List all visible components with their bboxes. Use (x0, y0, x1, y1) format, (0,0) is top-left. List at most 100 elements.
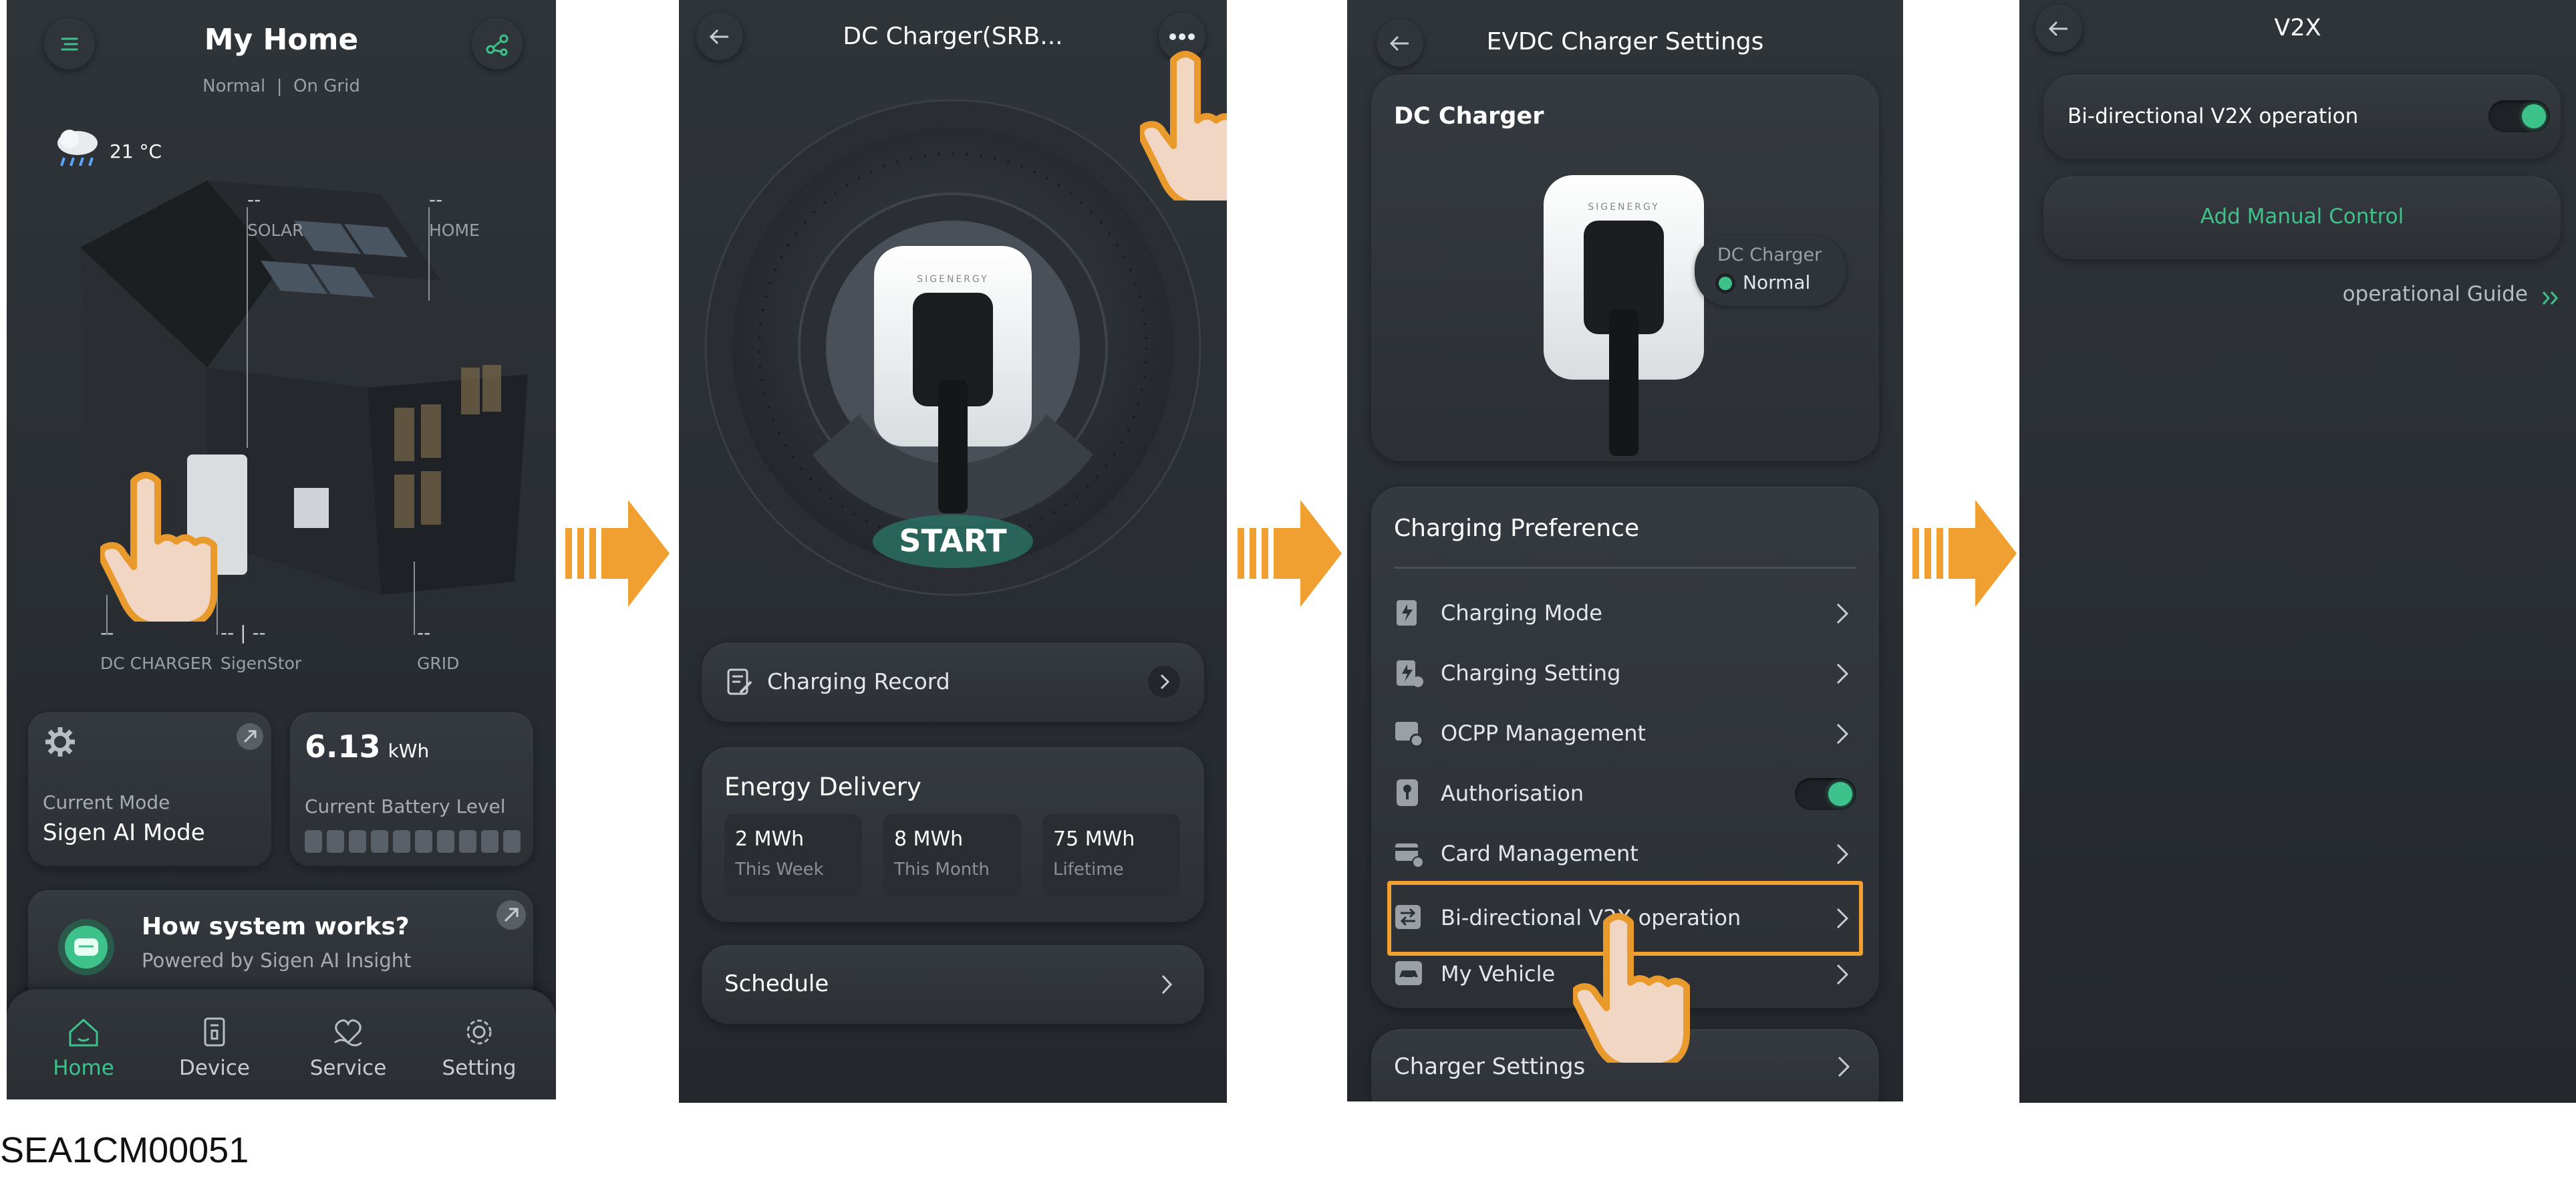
ocpp-icon (1394, 718, 1425, 749)
dc-charger-card-title: DC Charger (1394, 103, 1544, 130)
screen-my-home: My Home Normal | On Grid 21 °C -- SOLAR … (7, 0, 556, 1099)
chevron-right-icon (1832, 904, 1852, 933)
nav-device[interactable]: Device (164, 1016, 265, 1080)
row-label: Authorisation (1441, 781, 1584, 806)
sigenstor-label: SigenStor (221, 654, 302, 673)
device-logo: SIGENERGY (1588, 202, 1660, 213)
more-dots-icon (1169, 33, 1195, 41)
sigenstor-value: -- | -- (221, 622, 266, 644)
current-mode-caption: Current Mode (43, 791, 170, 813)
expand-arrow-icon[interactable] (235, 722, 265, 751)
open-arrow-icon[interactable] (494, 898, 528, 932)
energy-week-value: 2 MWh (735, 827, 805, 851)
operational-guide-link[interactable]: operational Guide (2313, 282, 2561, 307)
screen-v2x: V2X Bi-directional V2X operation Add Man… (2019, 0, 2576, 1103)
bottom-nav: Home Device Service Setting (7, 989, 556, 1099)
chevron-right-icon (1832, 960, 1852, 989)
dc-charger-label: DC CHARGER (100, 654, 212, 673)
add-manual-control-button[interactable]: Add Manual Control (2043, 176, 2561, 259)
home-label: HOME (429, 221, 480, 240)
dc-charger-card: DC Charger SIGENERGY DC Charger Normal (1371, 75, 1879, 461)
chevron-right-icon (1832, 659, 1852, 688)
charging-setting-icon (1394, 658, 1425, 688)
nav-setting-label: Setting (442, 1056, 517, 1080)
v2x-icon (1394, 902, 1425, 933)
row-label: OCPP Management (1441, 721, 1647, 746)
nav-home-label: Home (53, 1056, 114, 1080)
energy-delivery-title: Energy Delivery (724, 773, 921, 801)
charging-preference-title: Charging Preference (1394, 515, 1640, 542)
screen-dc-charger: DC Charger(SRB... SIGENERGY START Chargi… (679, 0, 1227, 1103)
key-icon (1394, 778, 1425, 809)
charger-device-image: SIGENERGY (874, 246, 1032, 513)
energy-lifetime-caption: Lifetime (1053, 860, 1124, 880)
add-manual-control-label: Add Manual Control (2200, 205, 2404, 229)
battery-number: 6.13 (305, 729, 381, 765)
v2x-toggle-label: Bi-directional V2X operation (2067, 104, 2359, 128)
v2x-toggle[interactable] (2488, 100, 2550, 132)
nav-home[interactable]: Home (33, 1016, 134, 1080)
charging-mode-icon (1394, 598, 1425, 628)
temperature: 21 °C (110, 140, 162, 162)
how-card-subtitle: Powered by Sigen AI Insight (142, 949, 412, 972)
rain-cloud-icon (51, 124, 107, 171)
status-callout-value: Normal (1743, 271, 1811, 293)
start-button[interactable]: START (679, 523, 1227, 559)
page-title: DC Charger(SRB... (843, 23, 1063, 50)
grid-status: Normal | On Grid (202, 76, 360, 96)
device-logo: SIGENERGY (917, 274, 989, 285)
share-button[interactable] (472, 19, 523, 70)
energy-week-caption: This Week (735, 860, 824, 880)
battery-bar (305, 830, 521, 853)
how-card-title: How system works? (142, 913, 410, 940)
nav-service-label: Service (309, 1056, 387, 1080)
chevron-right-icon (1153, 969, 1180, 1000)
nav-service[interactable]: Service (298, 1016, 398, 1080)
flow-arrow-icon (1238, 500, 1342, 607)
figure-caption: SEA1CM00051 (0, 1130, 249, 1170)
energy-week: 2 MWh This Week (724, 814, 862, 897)
flow-arrow-icon (1912, 500, 2017, 607)
ai-robot-icon (56, 917, 116, 977)
row-card-management[interactable]: Card Management (1394, 827, 1856, 881)
row-authorisation[interactable]: Authorisation (1394, 767, 1856, 821)
charging-record-label: Charging Record (767, 668, 950, 694)
chevron-right-icon (1834, 1052, 1854, 1081)
how-system-works-card[interactable]: How system works? Powered by Sigen AI In… (28, 890, 533, 1004)
current-mode-card[interactable]: Current Mode Sigen AI Mode (28, 712, 271, 866)
row-charging-setting[interactable]: Charging Setting (1394, 647, 1856, 700)
schedule-row[interactable]: Schedule (702, 945, 1204, 1024)
share-icon (484, 31, 511, 57)
current-mode-value: Sigen AI Mode (43, 819, 205, 846)
nav-setting[interactable]: Setting (429, 1016, 529, 1080)
charging-record-row[interactable]: Charging Record (702, 643, 1204, 722)
double-chevron-icon (2541, 289, 2561, 307)
row-label: Card Management (1441, 841, 1638, 866)
setting-icon (462, 1016, 496, 1048)
v2x-toggle-row: Bi-directional V2X operation (2043, 75, 2561, 159)
vehicle-icon (1394, 958, 1425, 989)
schedule-label: Schedule (724, 970, 829, 997)
operational-guide-label: operational Guide (2342, 282, 2528, 306)
authorisation-toggle[interactable] (1795, 778, 1856, 810)
page-title: V2X (2274, 15, 2321, 41)
battery-caption: Current Battery Level (305, 795, 506, 817)
service-icon (331, 1016, 366, 1048)
nav-device-label: Device (178, 1056, 251, 1080)
energy-delivery-card: Energy Delivery 2 MWh This Week 8 MWh Th… (702, 747, 1204, 922)
row-charging-mode[interactable]: Charging Mode (1394, 587, 1856, 640)
battery-level-card[interactable]: 6.13 kWh Current Battery Level (290, 712, 533, 866)
solar-value: -- (247, 188, 261, 211)
chevron-right-icon (1147, 664, 1181, 699)
home-icon (66, 1016, 101, 1048)
page-title: EVDC Charger Settings (1486, 28, 1764, 55)
row-label: Charging Mode (1441, 600, 1602, 626)
chevron-right-icon (1832, 839, 1852, 869)
device-icon (197, 1016, 232, 1048)
status-callout: DC Charger Normal (1695, 235, 1846, 306)
dc-charger-value: -- (100, 622, 114, 644)
row-ocpp-management[interactable]: OCPP Management (1394, 707, 1856, 761)
energy-lifetime: 75 MWh Lifetime (1042, 814, 1180, 897)
status-dot (1719, 277, 1732, 290)
row-label: Charging Setting (1441, 660, 1621, 686)
